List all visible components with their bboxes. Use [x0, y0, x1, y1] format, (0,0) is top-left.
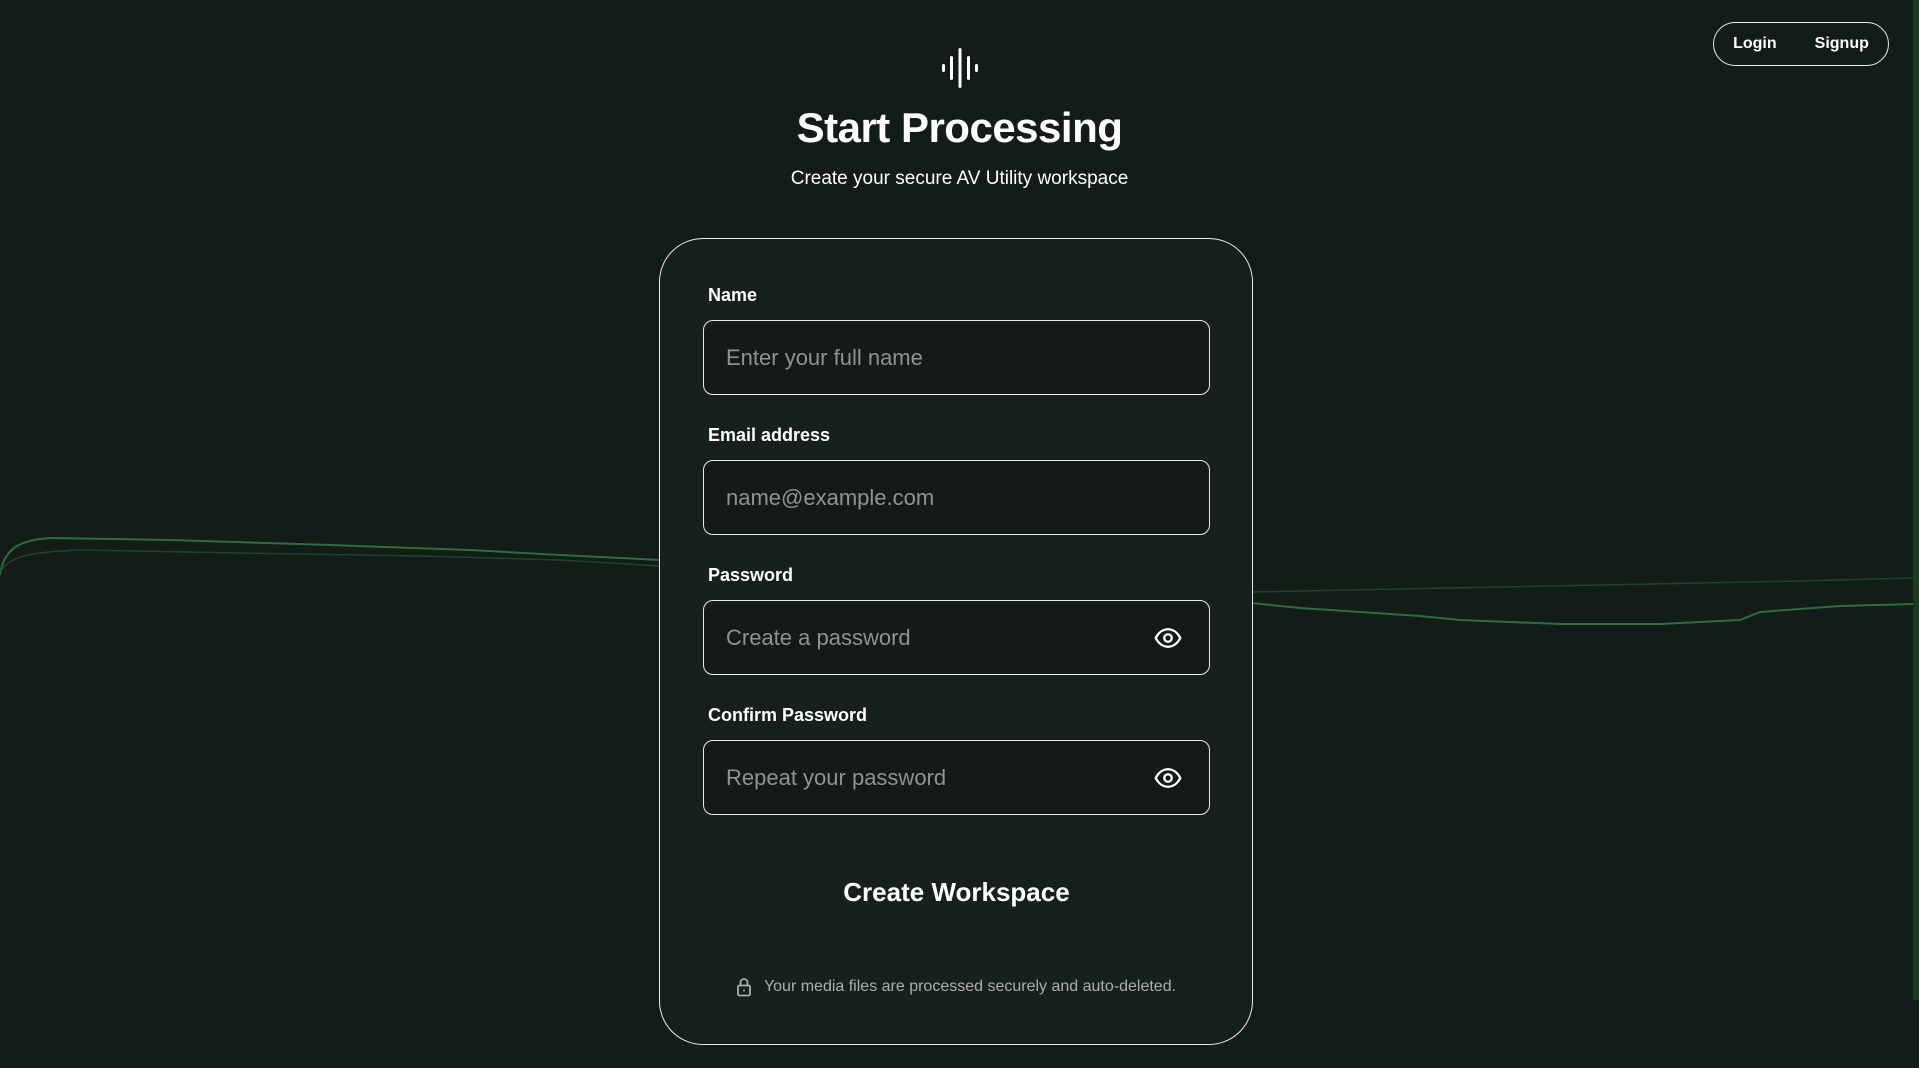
- signup-form-card: Name Email address Password Confirm Pass…: [659, 238, 1253, 1045]
- email-input[interactable]: [704, 461, 1209, 534]
- password-input[interactable]: [704, 601, 1153, 674]
- name-input[interactable]: [704, 321, 1209, 394]
- confirm-password-label: Confirm Password: [708, 705, 868, 725]
- password-label: Password: [708, 565, 794, 585]
- confirm-password-field-container: [703, 740, 1210, 815]
- create-workspace-button[interactable]: Create Workspace: [703, 857, 1210, 927]
- page-title: Start Processing: [796, 104, 1123, 151]
- email-field-container: [703, 460, 1210, 535]
- password-field-container: [703, 600, 1210, 675]
- toggle-confirm-password-visibility-button[interactable]: [1153, 763, 1183, 793]
- name-field-container: [703, 320, 1210, 395]
- brand-logo: [0, 46, 1919, 95]
- eye-icon: [1154, 627, 1182, 648]
- security-note-text: Your media files are processed securely …: [763, 978, 1177, 995]
- eye-icon: [1154, 767, 1182, 788]
- security-note: Your media files are processed securely …: [660, 977, 1252, 997]
- email-label: Email address: [708, 425, 831, 445]
- sound-wave-icon: [941, 48, 978, 88]
- page-subtitle: Create your secure AV Utility workspace: [790, 168, 1129, 189]
- name-label: Name: [708, 285, 758, 305]
- confirm-password-input[interactable]: [704, 741, 1153, 814]
- toggle-password-visibility-button[interactable]: [1153, 623, 1183, 653]
- lock-icon: [737, 978, 751, 997]
- signup-page: Login Signup Start Processing Create you…: [0, 0, 1919, 1068]
